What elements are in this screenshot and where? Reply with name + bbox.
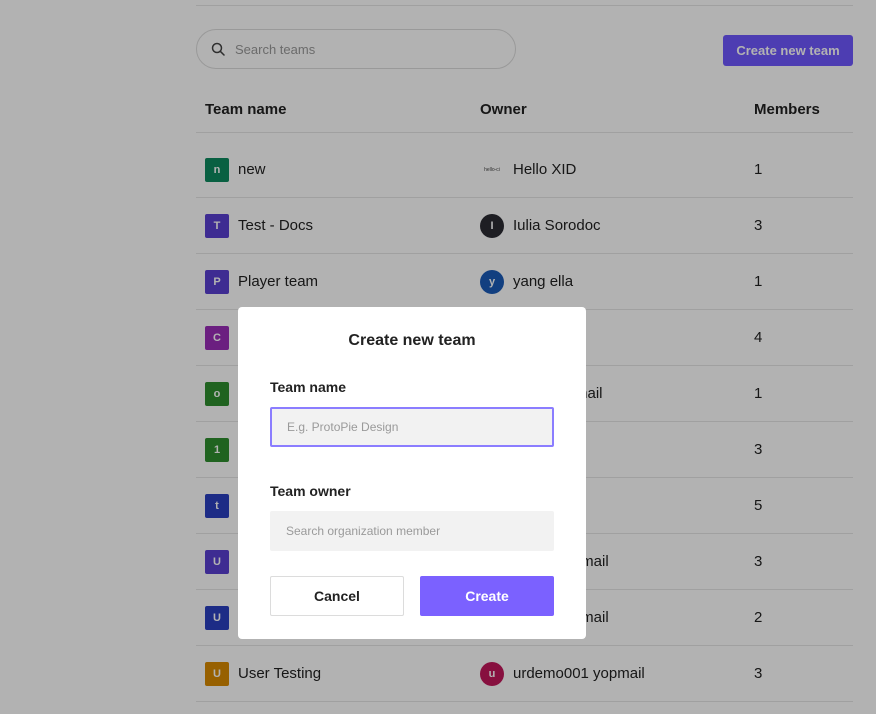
team-owner-search-input[interactable] bbox=[270, 511, 554, 551]
create-team-dialog: Create new team Team name Team owner Can… bbox=[238, 307, 586, 639]
teams-page: Create new team Team name Owner Members … bbox=[0, 0, 876, 714]
team-owner-label: Team owner bbox=[270, 483, 351, 499]
dialog-title: Create new team bbox=[348, 332, 476, 349]
team-name-label: Team name bbox=[270, 379, 346, 395]
create-button[interactable]: Create bbox=[420, 576, 554, 616]
cancel-button[interactable]: Cancel bbox=[270, 576, 404, 616]
team-name-input[interactable] bbox=[270, 407, 554, 447]
